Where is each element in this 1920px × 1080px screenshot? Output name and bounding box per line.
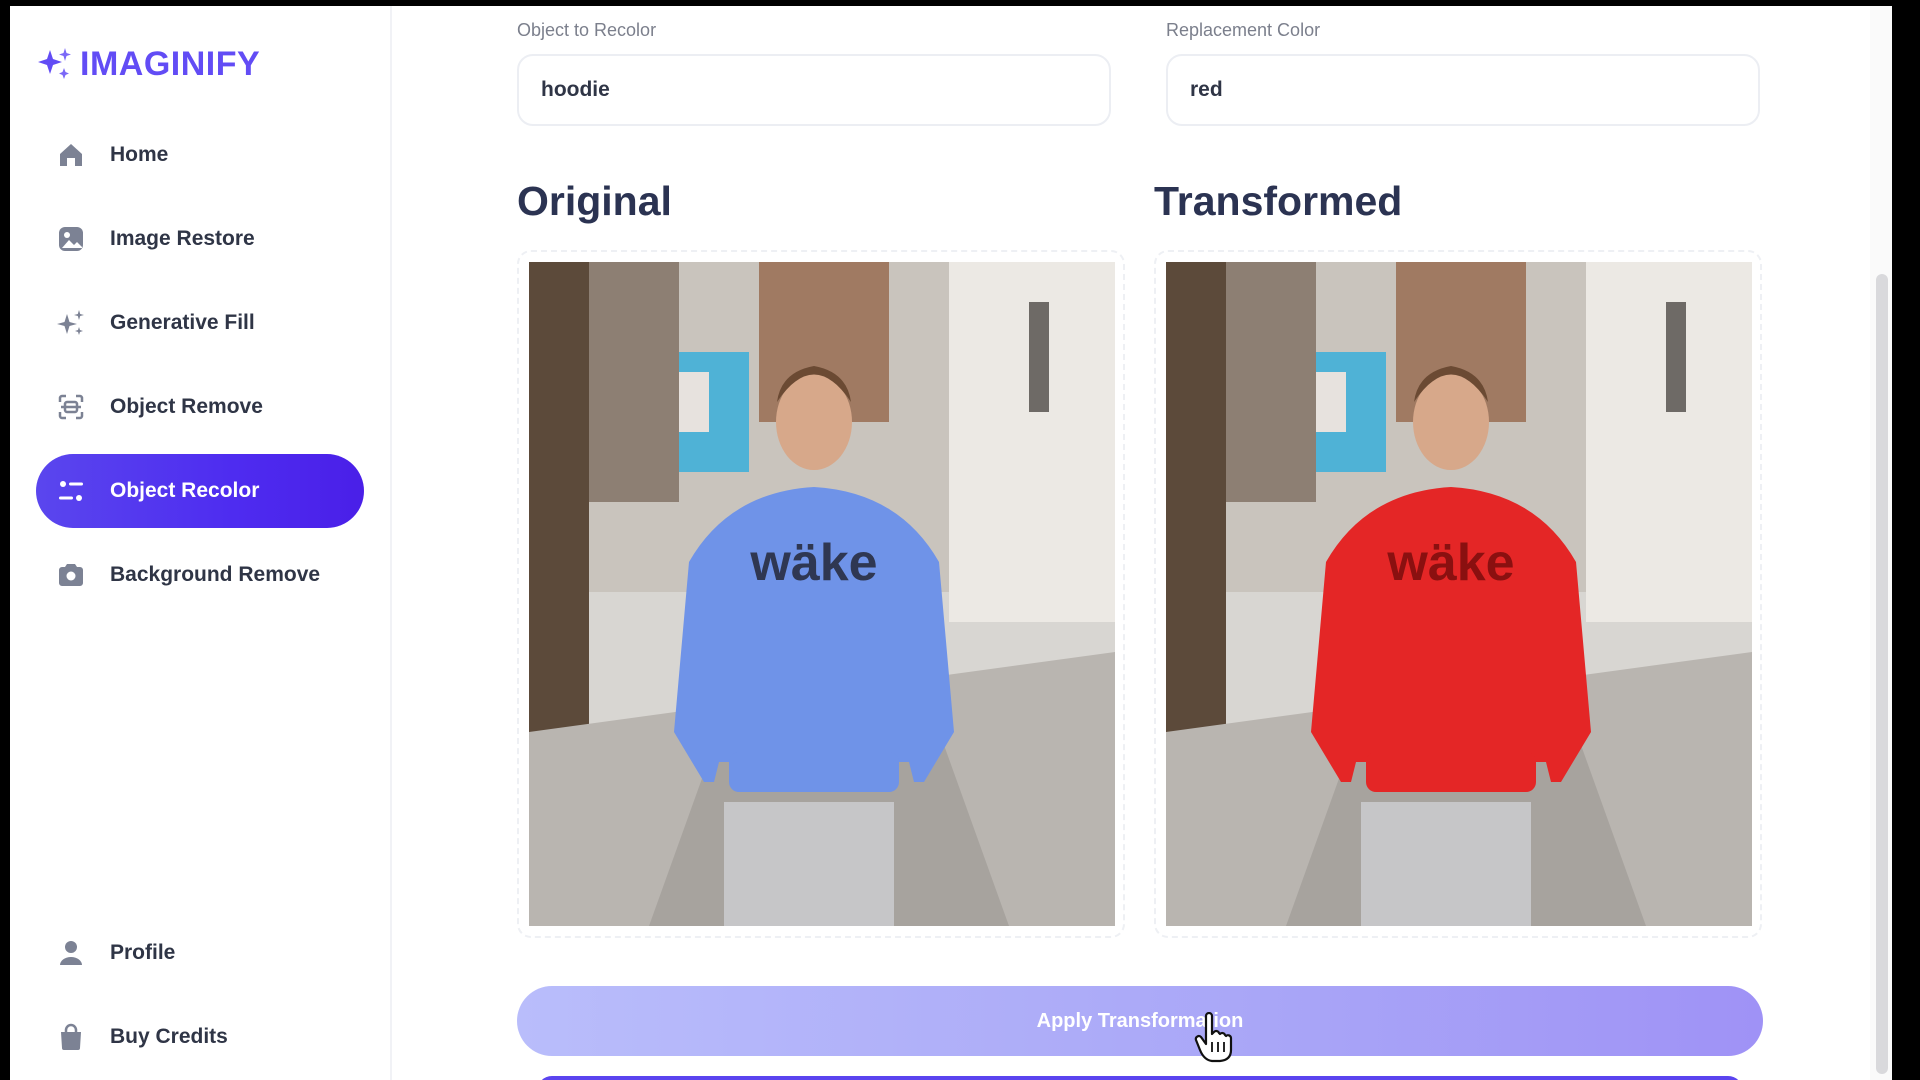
- scrollbar-thumb[interactable]: [1876, 274, 1888, 1074]
- hoodie-shape: [674, 487, 954, 782]
- transformed-image-frame: wäke: [1154, 250, 1762, 938]
- sidebar-item-home[interactable]: Home: [36, 118, 364, 192]
- original-title: Original: [517, 178, 672, 224]
- next-button-peek[interactable]: [537, 1076, 1743, 1080]
- original-image: wäke: [529, 262, 1115, 926]
- sparkles-icon: [56, 308, 86, 338]
- sidebar-item-label: Object Recolor: [110, 479, 260, 502]
- sidebar-item-object-recolor[interactable]: Object Recolor: [36, 454, 364, 528]
- replacement-color-label: Replacement Color: [1166, 20, 1321, 40]
- scan-icon: [56, 392, 86, 422]
- user-icon: [56, 938, 86, 968]
- apply-transformation-button[interactable]: Apply Transformation: [517, 986, 1763, 1056]
- sparkle-logo-icon: [38, 48, 71, 79]
- replacement-color-input[interactable]: [1166, 54, 1760, 126]
- transformed-title: Transformed: [1154, 178, 1403, 224]
- filter-icon: [56, 476, 86, 506]
- transformed-image: wäke: [1166, 262, 1752, 926]
- sidebar-item-image-restore[interactable]: Image Restore: [36, 202, 364, 276]
- scrollbar-track[interactable]: [1870, 6, 1892, 1080]
- sidebar-item-label: Generative Fill: [110, 311, 255, 334]
- sidebar-item-background-remove[interactable]: Background Remove: [36, 538, 364, 612]
- app-name: IMAGINIFY: [80, 44, 261, 83]
- hoodie-shape: [1311, 487, 1591, 782]
- sidebar: IMAGINIFY Home Image Restore Generative …: [10, 6, 392, 1080]
- logo[interactable]: IMAGINIFY: [36, 44, 260, 84]
- image-icon: [56, 224, 86, 254]
- hoodie-print: wäke: [749, 534, 877, 592]
- sidebar-item-label: Profile: [110, 941, 176, 964]
- app-window: IMAGINIFY Home Image Restore Generative …: [10, 6, 1892, 1080]
- object-to-recolor-input[interactable]: [517, 54, 1111, 126]
- hand-cursor-icon: [1194, 1012, 1233, 1063]
- hoodie-print: wäke: [1386, 534, 1514, 592]
- sidebar-item-label: Object Remove: [110, 395, 263, 418]
- sidebar-item-profile[interactable]: Profile: [36, 916, 364, 990]
- sidebar-item-buy-credits[interactable]: Buy Credits: [36, 1000, 364, 1074]
- object-to-recolor-label: Object to Recolor: [517, 20, 657, 40]
- sidebar-item-label: Background Remove: [110, 563, 321, 586]
- sidebar-item-label: Buy Credits: [110, 1025, 228, 1048]
- camera-icon: [56, 560, 86, 590]
- sidebar-item-object-remove[interactable]: Object Remove: [36, 370, 364, 444]
- sidebar-item-label: Home: [110, 143, 169, 166]
- sidebar-item-label: Image Restore: [110, 227, 255, 250]
- sidebar-item-generative-fill[interactable]: Generative Fill: [36, 286, 364, 360]
- bag-icon: [56, 1022, 86, 1052]
- original-image-frame: wäke: [517, 250, 1125, 938]
- home-icon: [56, 140, 86, 170]
